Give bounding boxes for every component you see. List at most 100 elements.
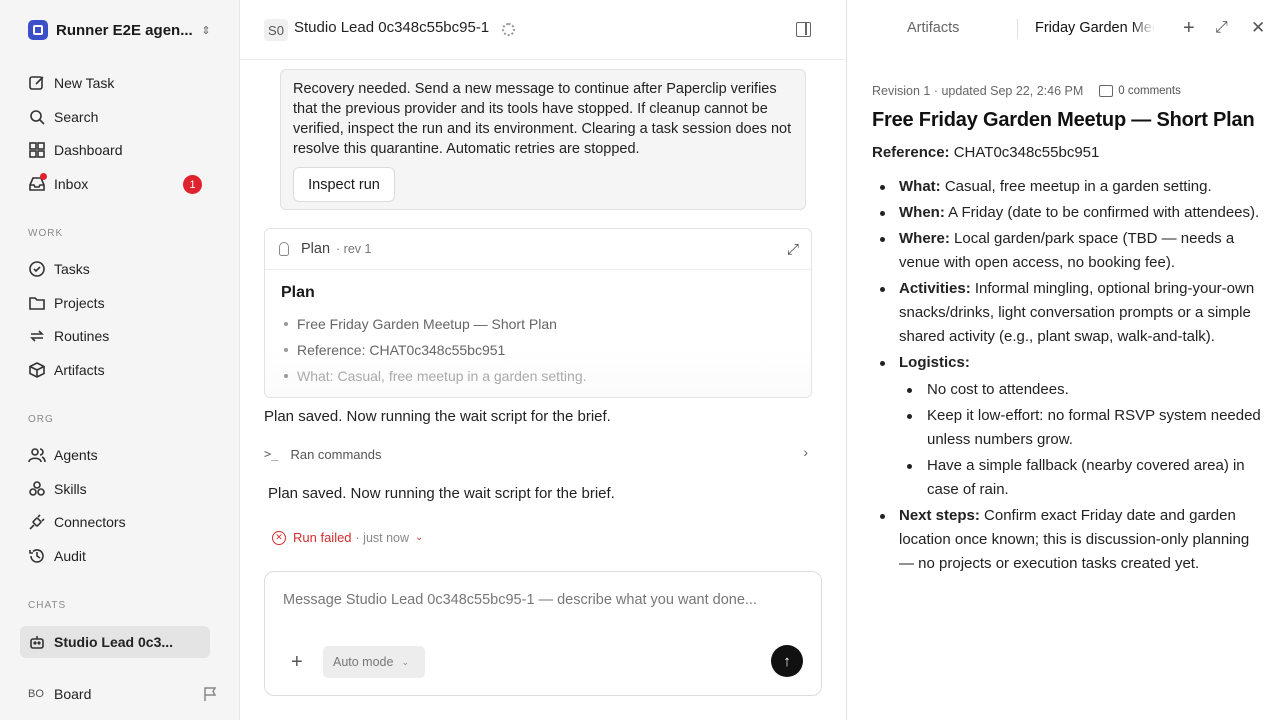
repeat-icon (30, 330, 44, 342)
run-status[interactable]: ✕ Run failed · just now ⌄ (272, 530, 423, 545)
chat-main: S0 Studio Lead 0c348c55bc95-1 Recovery n… (240, 0, 846, 720)
document-reference: Reference: CHAT0c348c55bc951 (872, 144, 1262, 161)
plan-heading: Plan (281, 284, 315, 301)
list-item: Where: Local garden/park space (TBD — ne… (872, 227, 1262, 275)
revision-info: Revision 1 · updated Sep 22, 2:46 PM (872, 84, 1084, 98)
logistics-list: No cost to attendees. Keep it low-effort… (899, 378, 1262, 502)
workspace-logo-icon (28, 20, 48, 40)
list-item: What: Casual, free meetup in a garden se… (872, 175, 1262, 199)
item-text: Casual, free meetup in a garden setting. (944, 178, 1212, 195)
nav-search-label: Search (54, 109, 99, 125)
users-icon (28, 448, 46, 463)
artifact-tabs: Artifacts Friday Garden Meetup + ⤢ ✕ (847, 0, 1280, 60)
avatar: BO (28, 688, 44, 700)
gear-icon[interactable] (502, 23, 515, 36)
run-status-time: · just now (355, 530, 410, 545)
nav-new-task-label: New Task (54, 75, 115, 91)
plan-card-revision: · rev 1 (336, 242, 372, 256)
flag-icon[interactable] (202, 686, 218, 702)
document-title: Free Friday Garden Meetup — Short Plan (872, 109, 1255, 131)
bot-icon (30, 636, 44, 649)
send-button[interactable]: ↑ (771, 645, 803, 677)
item-text: Local garden/park space (TBD — needs a v… (899, 230, 1235, 271)
search-icon (30, 110, 45, 125)
list-item: Next steps: Confirm exact Friday date an… (872, 504, 1262, 576)
nav-artifacts[interactable]: Artifacts (20, 354, 210, 386)
plan-card-header: Plan · rev 1 ⤢ (265, 229, 811, 270)
list-item: No cost to attendees. (899, 378, 1262, 402)
board-label: Board (54, 686, 92, 702)
nav-new-task[interactable]: New Task (20, 67, 210, 99)
comments-count: 0 comments (1118, 85, 1181, 97)
chevron-right-icon: › (803, 444, 808, 460)
assistant-message: Plan saved. Now running the wait script … (268, 485, 615, 502)
chevron-down-icon: ⌄ (401, 656, 410, 667)
plan-card-body: Plan Free Friday Garden Meetup — Short P… (265, 270, 811, 397)
section-chats: CHATS (28, 600, 67, 611)
comments-button[interactable]: 0 comments (1099, 85, 1181, 97)
item-label: What: (899, 178, 941, 195)
ran-commands-toggle[interactable]: >_ Ran commands › (264, 444, 812, 464)
chat-header: S0 Studio Lead 0c348c55bc95-1 (240, 0, 846, 60)
check-circle-icon (29, 261, 45, 277)
plan-details-list: What: Casual, free meetup in a garden se… (872, 175, 1262, 576)
list-item: Free Friday Garden Meetup — Short Plan (281, 311, 795, 337)
list-item: Reference: CHAT0c348c55bc951 (281, 337, 795, 363)
tab-artifacts[interactable]: Artifacts (907, 20, 959, 36)
skills-icon (29, 481, 45, 496)
expand-icon[interactable]: ⤢ (787, 241, 799, 258)
agent-avatar: S0 (264, 19, 288, 41)
plus-icon[interactable]: + (1183, 17, 1195, 40)
chat-item-studio-lead[interactable]: Studio Lead 0c3... (20, 626, 210, 658)
page-title: Studio Lead 0c348c55bc95-1 (294, 19, 490, 36)
nav-skills-label: Skills (54, 481, 87, 497)
item-label: When: (899, 204, 945, 221)
message-composer: + Auto mode ⌄ ↑ (264, 571, 822, 696)
recovery-text: Recovery needed. Send a new message to c… (293, 81, 792, 157)
history-icon (29, 549, 44, 563)
item-label: Next steps: (899, 507, 980, 524)
nav-tasks[interactable]: Tasks (20, 253, 210, 285)
nav-dashboard[interactable]: Dashboard (20, 134, 210, 166)
lightbulb-icon (279, 242, 289, 256)
nav-connectors-label: Connectors (54, 514, 126, 530)
document-meta: Revision 1 · updated Sep 22, 2:46 PM 0 c… (872, 82, 1262, 100)
workspace-switcher[interactable]: Runner E2E agen... ⇕ (28, 19, 214, 41)
artifact-document: Revision 1 · updated Sep 22, 2:46 PM 0 c… (872, 82, 1262, 578)
nav-audit[interactable]: Audit (20, 540, 210, 572)
section-work: WORK (28, 228, 64, 239)
comment-icon (1099, 85, 1114, 97)
ran-commands-label: Ran commands (290, 446, 382, 462)
nav-search[interactable]: Search (20, 101, 210, 133)
nav-artifacts-label: Artifacts (54, 362, 105, 378)
item-label: Where: (899, 230, 950, 247)
nav-projects[interactable]: Projects (20, 287, 210, 319)
nav-tasks-label: Tasks (54, 261, 90, 277)
section-org: ORG (28, 414, 54, 425)
plan-card: Plan · rev 1 ⤢ Plan Free Friday Garden M… (264, 228, 812, 398)
tab-friday-garden-meetup[interactable]: Friday Garden Meetup (1035, 20, 1155, 36)
expand-icon[interactable]: ⤢ (1215, 19, 1228, 37)
plus-icon[interactable]: + (291, 651, 303, 674)
inspect-run-button[interactable]: Inspect run (293, 167, 395, 202)
mode-label: Auto mode (333, 655, 394, 669)
sidebar: Runner E2E agen... ⇕ New Task Search Das… (0, 0, 240, 720)
mode-select[interactable]: Auto mode ⌄ (323, 646, 425, 678)
inbox-count-badge: 1 (183, 175, 202, 194)
plan-list: Free Friday Garden Meetup — Short Plan R… (281, 311, 795, 389)
nav-connectors[interactable]: Connectors (20, 506, 210, 538)
nav-routines[interactable]: Routines (20, 320, 210, 352)
panel-toggle-icon[interactable] (796, 22, 811, 37)
run-status-label: Run failed (293, 530, 352, 545)
box-icon (29, 362, 45, 378)
list-item: Logistics: No cost to attendees. Keep it… (872, 351, 1262, 502)
nav-agents[interactable]: Agents (20, 439, 210, 471)
terminal-icon: >_ (264, 447, 279, 461)
recovery-notice: Recovery needed. Send a new message to c… (280, 69, 806, 210)
nav-skills[interactable]: Skills (20, 473, 210, 505)
nav-inbox[interactable]: Inbox 1 (20, 168, 210, 200)
nav-agents-label: Agents (54, 447, 98, 463)
board-user[interactable]: BO Board (28, 683, 218, 705)
message-input[interactable] (283, 592, 783, 608)
close-icon[interactable]: ✕ (1251, 18, 1265, 38)
